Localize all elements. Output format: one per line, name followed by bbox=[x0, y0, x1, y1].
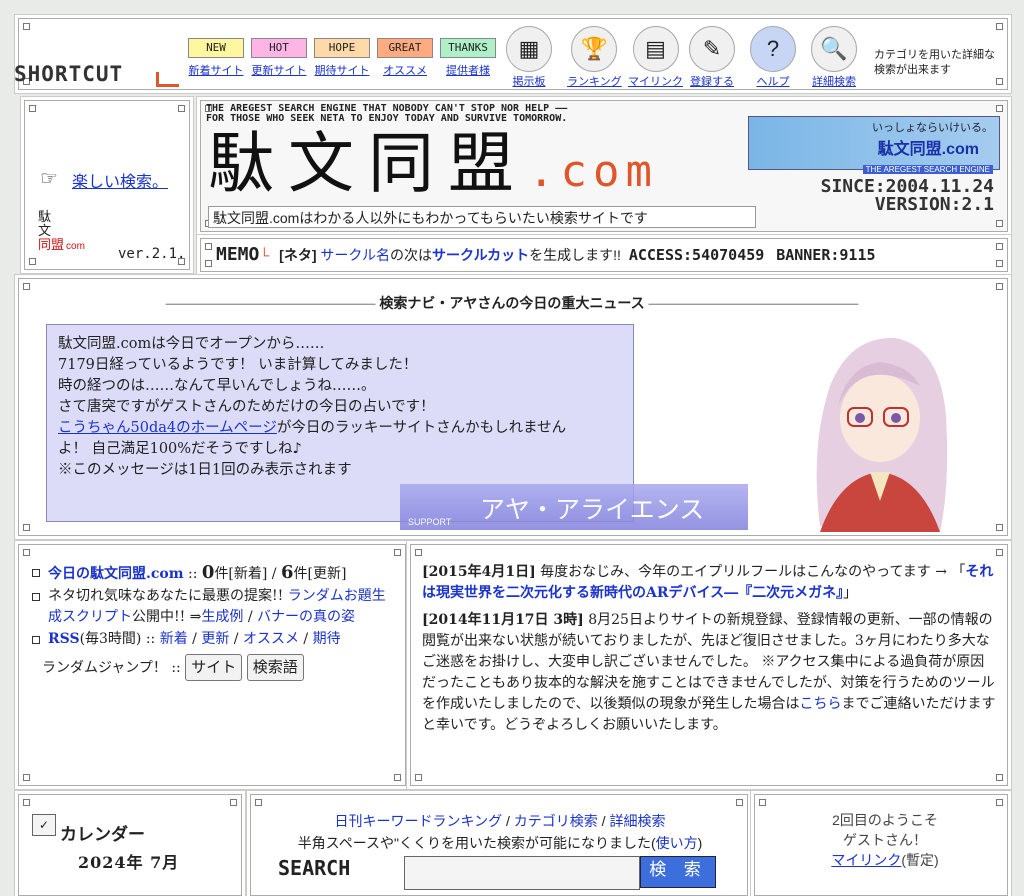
magnifier-icon[interactable]: 🔍 bbox=[811, 26, 857, 72]
shortcut-label[interactable]: 期待サイト bbox=[315, 65, 370, 77]
trophy-icon[interactable]: 🏆 bbox=[571, 26, 618, 72]
example-link[interactable]: 生成例 bbox=[201, 609, 243, 625]
shortcut-new[interactable]: NEW 新着サイト bbox=[188, 26, 244, 78]
memo-bar: MEMO└ [ネタ] サークル名の次はサークルカットを生成します!! ACCES… bbox=[216, 244, 876, 265]
calendar-icon: ✓ bbox=[32, 814, 56, 836]
shortcut-tag: HOT bbox=[251, 38, 307, 58]
detail-search-link[interactable]: 詳細検索 bbox=[609, 813, 665, 829]
shortcut-label[interactable]: マイリンク bbox=[628, 76, 683, 88]
mylink-link[interactable]: マイリンク bbox=[831, 852, 901, 868]
welcome-box: 2回目のようこそ ゲストさん！ マイリンク(暫定) bbox=[831, 812, 939, 868]
banner-true-link[interactable]: バナーの真の姿 bbox=[257, 609, 355, 625]
lucky-site-link[interactable]: こうちゃん50da4のホームページ bbox=[58, 420, 277, 436]
random-site-button[interactable]: サイト bbox=[185, 654, 243, 681]
shortcut-label[interactable]: 提供者様 bbox=[446, 65, 490, 77]
shortcut-label[interactable]: 登録する bbox=[690, 76, 734, 88]
shortcut-great[interactable]: GREAT オススメ bbox=[377, 26, 433, 78]
banner-count: BANNER:9115 bbox=[776, 246, 876, 264]
side-version: ver.2.1. bbox=[118, 246, 186, 262]
pointing-hand-icon: ☞ bbox=[40, 166, 58, 190]
shortcut-label[interactable]: オススメ bbox=[383, 65, 427, 77]
pen-icon[interactable]: ✎ bbox=[689, 26, 735, 72]
shortcut-item-4[interactable]: ? ヘルプ bbox=[750, 26, 796, 89]
circle-cut-link[interactable]: サークルカット bbox=[432, 247, 529, 263]
random-keyword-button[interactable]: 検索語 bbox=[246, 654, 304, 681]
since-version: SINCE:2004.11.24 VERSION:2.1 bbox=[820, 176, 994, 215]
shortcut-label[interactable]: 掲示板 bbox=[513, 76, 546, 88]
rss-link[interactable]: RSS bbox=[48, 631, 80, 647]
calendar-panel bbox=[18, 794, 242, 896]
rss-expect-link[interactable]: 期待 bbox=[313, 631, 341, 647]
shortcut-tag: THANKS bbox=[440, 38, 496, 58]
search-button[interactable]: 検 索 bbox=[640, 856, 716, 888]
today-link[interactable]: 今日の駄文同盟.com bbox=[48, 566, 184, 582]
search-logo: SEARCH bbox=[278, 856, 351, 880]
contact-link[interactable]: こちら bbox=[799, 696, 841, 712]
shortcut-tag: HOPE bbox=[314, 38, 370, 58]
shortcut-item-3[interactable]: ✎ 登録する bbox=[689, 26, 735, 89]
rss-recommend-link[interactable]: オススメ bbox=[243, 631, 299, 647]
rss-new-link[interactable]: 新着 bbox=[160, 631, 188, 647]
shortcut-item-1[interactable]: 🏆 ランキング bbox=[567, 26, 622, 89]
side-name: 駄 文 同盟 com bbox=[38, 209, 85, 253]
howto-link[interactable]: 使い方 bbox=[656, 835, 698, 851]
keyword-ranking-link[interactable]: 日刊キーワードランキング bbox=[335, 813, 503, 829]
calendar-month: 2024年 7月 bbox=[78, 853, 180, 872]
info-left: 今日の駄文同盟.com :: 0件[新着] / 6件[更新] ネタ切れ気味なあな… bbox=[32, 562, 392, 681]
shortcut-label[interactable]: ランキング bbox=[567, 76, 622, 88]
shortcut-hot[interactable]: HOT 更新サイト bbox=[251, 26, 307, 78]
shortcut-label[interactable]: 更新サイト bbox=[252, 65, 307, 77]
shortcut-label[interactable]: 詳細検索 bbox=[812, 76, 856, 88]
shortcut-note: カテゴリを用いた詳細な検索が出来ます bbox=[874, 49, 995, 76]
treasure-chest-icon[interactable]: ▤ bbox=[632, 26, 679, 72]
shortcut-label[interactable]: 新着サイト bbox=[189, 65, 244, 77]
site-subtitle: 駄文同盟.comはわかる人以外にもわかってもらいたい検索サイトです bbox=[208, 206, 756, 228]
fun-search-link[interactable]: 楽しい検索。 bbox=[72, 168, 168, 192]
shortcut-tag: NEW bbox=[188, 38, 244, 58]
shortcut-item-2[interactable]: ▤ マイリンク bbox=[628, 26, 683, 89]
header-tagline: THE AREGEST SEARCH ENGINE THAT NOBODY CA… bbox=[206, 103, 568, 124]
help-icon[interactable]: ? bbox=[750, 26, 796, 72]
shortcut-thanks[interactable]: THANKS 提供者様 bbox=[440, 26, 496, 78]
category-search-link[interactable]: カテゴリ検索 bbox=[514, 813, 598, 829]
access-count: ACCESS:54070459 bbox=[628, 246, 765, 264]
board-icon[interactable]: ▦ bbox=[506, 26, 552, 72]
search-input[interactable] bbox=[404, 856, 640, 890]
shortcut-hope[interactable]: HOPE 期待サイト bbox=[314, 26, 370, 78]
shortcut-arrow-icon bbox=[156, 72, 179, 87]
shortcut-title: SHORTCUT bbox=[14, 62, 124, 86]
news-message: 駄文同盟.comは今日でオープンから…… 7179日経っているようです！ いま計… bbox=[58, 336, 567, 478]
navigator-character-image bbox=[816, 337, 948, 532]
circle-name-link[interactable]: サークル名 bbox=[320, 247, 390, 263]
site-logo: 駄文同盟.com bbox=[208, 125, 658, 202]
shortcut-tag: GREAT bbox=[377, 38, 433, 58]
news-title: ――――――――――――――― 検索ナビ・アヤさんの今日の重大ニュース ――――… bbox=[165, 295, 859, 311]
shortcut-label[interactable]: ヘルプ bbox=[757, 76, 790, 88]
shortcut-item-5[interactable]: 🔍 詳細検索 bbox=[811, 26, 857, 89]
search-links: 日刊キーワードランキング / カテゴリ検索 / 詳細検索 半角スペースや"くくり… bbox=[297, 813, 703, 851]
support-banner[interactable]: SUPPORT アヤ・アライエンス bbox=[400, 484, 748, 530]
announcements: [2015年4月1日] 毎度おなじみ、今年のエイプリルフールはこんなのやってます… bbox=[422, 564, 996, 733]
site-banner[interactable]: いっしょならいけいる。 駄文同盟.com THE AREGEST SEARCH … bbox=[748, 116, 1000, 174]
shortcut-item-0[interactable]: ▦ 掲示板 bbox=[506, 26, 552, 89]
calendar-title: カレンダー bbox=[60, 825, 145, 844]
rss-update-link[interactable]: 更新 bbox=[201, 631, 229, 647]
